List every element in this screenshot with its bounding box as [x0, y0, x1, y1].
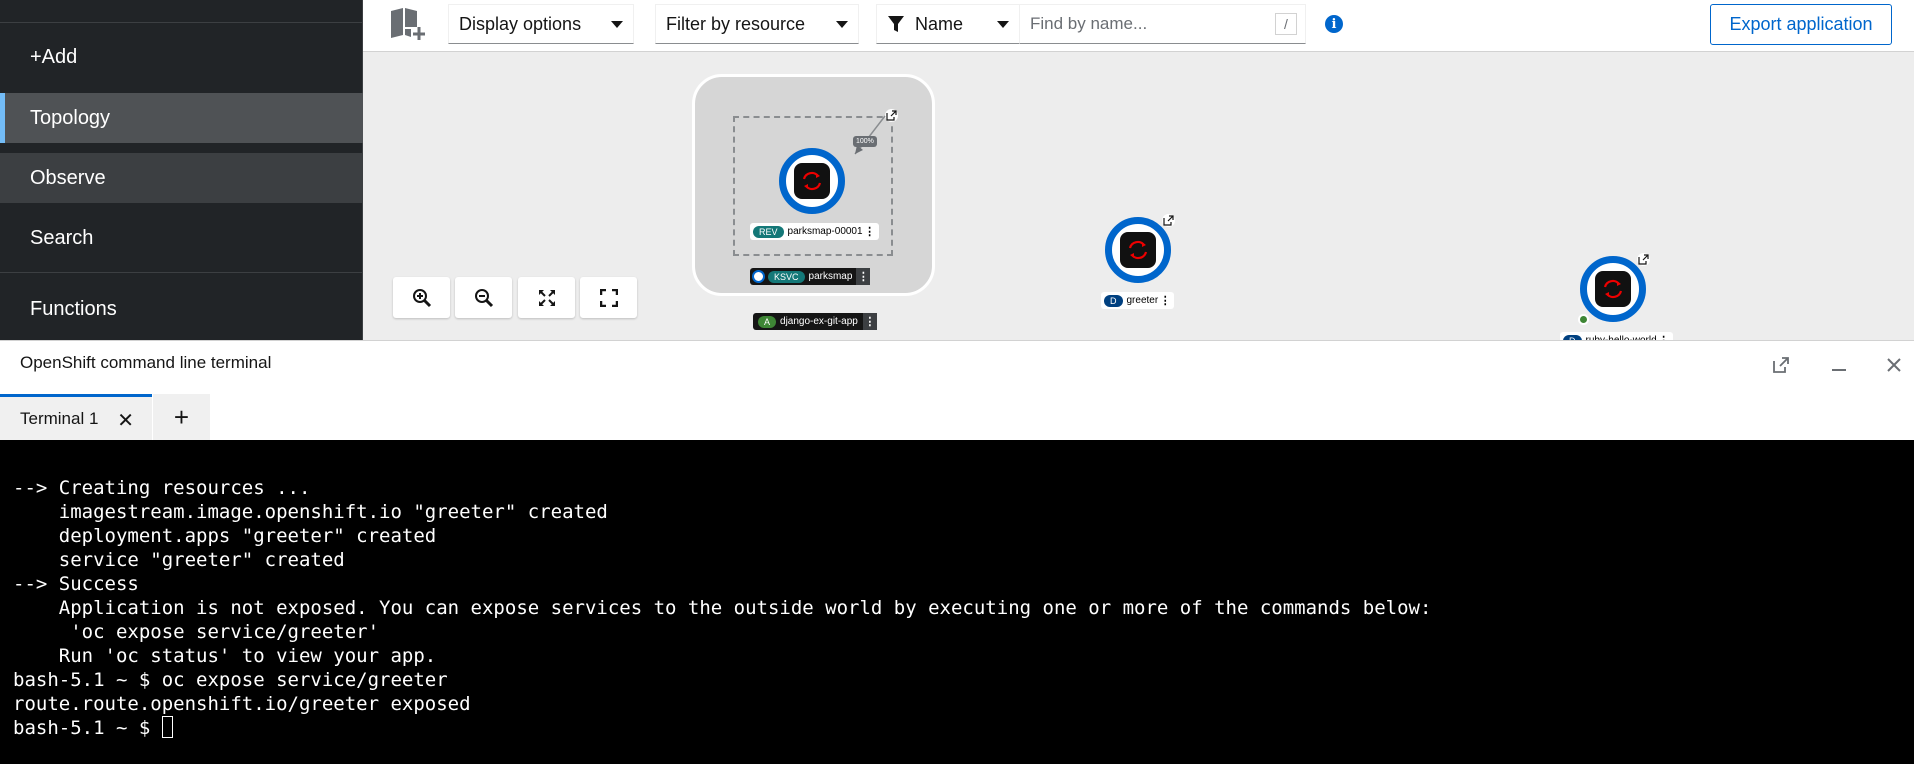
- terminal-prompt-line: bash-5.1 ~ $: [13, 716, 1914, 740]
- dropdown-label: Name: [915, 13, 964, 34]
- open-url-icon[interactable]: [1637, 253, 1650, 266]
- fit-to-screen-button[interactable]: [518, 277, 575, 318]
- deployment-name: greeter: [1126, 295, 1159, 306]
- sidebar-item-search[interactable]: Search: [0, 213, 363, 263]
- display-options-dropdown[interactable]: Display options: [448, 4, 634, 44]
- traffic-percent-label: 100%: [853, 136, 877, 147]
- catalog-book-icon[interactable]: [389, 4, 429, 44]
- fullscreen-icon: [599, 288, 618, 307]
- reset-view-button[interactable]: [580, 277, 637, 318]
- terminal-line: service "greeter" created: [13, 549, 345, 571]
- terminal-line: bash-5.1 ~ $ oc expose service/greeter: [13, 669, 448, 691]
- topology-canvas[interactable]: 100% REV parksmap-00001 ⋮ KSVC parksmap …: [363, 52, 1914, 340]
- filter-icon: [888, 16, 904, 32]
- kebab-menu-icon[interactable]: ⋮: [862, 313, 877, 330]
- tab-label: Terminal 1: [20, 408, 99, 428]
- filter-by-resource-dropdown[interactable]: Filter by resource: [655, 4, 859, 44]
- find-by-name-input[interactable]: Find by name... /: [1019, 4, 1306, 44]
- service-label[interactable]: KSVC parksmap ⋮: [750, 268, 871, 285]
- terminal-output[interactable]: --> Creating resources ... imagestream.i…: [0, 440, 1914, 764]
- greeter-deployment-node[interactable]: [1105, 217, 1171, 283]
- terminal-cursor: [161, 716, 173, 738]
- export-application-button[interactable]: Export application: [1710, 4, 1892, 45]
- kebab-menu-icon[interactable]: ⋮: [863, 223, 877, 240]
- button-label: Export application: [1729, 14, 1873, 34]
- terminal-tab-bar: Terminal 1 ✕ +: [0, 394, 1914, 440]
- terminal-line: 'oc expose service/greeter': [13, 621, 380, 643]
- terminal-panel-title: OpenShift command line terminal: [20, 353, 272, 372]
- revision-node[interactable]: [779, 148, 845, 214]
- sidebar-item-topology[interactable]: Topology: [0, 93, 363, 143]
- sidebar-item-label: Search: [30, 226, 94, 249]
- app-icon: [794, 163, 830, 199]
- sidebar-nav: +Add Topology Observe Search Functions: [0, 0, 363, 340]
- deployment-badge: D: [1104, 294, 1123, 307]
- app-badge: A: [758, 315, 777, 328]
- open-url-icon[interactable]: [1162, 214, 1175, 227]
- sidebar-item-label: Observe: [30, 166, 106, 189]
- open-in-new-tab-icon[interactable]: [1767, 351, 1795, 379]
- kebab-menu-icon[interactable]: ⋮: [1657, 332, 1671, 340]
- terminal-prompt: bash-5.1 ~ $: [13, 717, 162, 739]
- sidebar-item-observe[interactable]: Observe: [0, 153, 363, 203]
- add-terminal-tab-button[interactable]: +: [153, 394, 210, 440]
- tab-terminal-1[interactable]: Terminal 1 ✕: [0, 394, 152, 440]
- knative-icon: [752, 270, 765, 283]
- kebab-menu-icon[interactable]: ⋮: [1158, 292, 1172, 309]
- terminal-line: Run 'oc status' to view your app.: [13, 645, 437, 667]
- dropdown-label: Display options: [459, 13, 582, 34]
- caret-down-icon: [997, 20, 1009, 28]
- zoom-out-button[interactable]: [455, 277, 512, 318]
- zoom-out-icon: [474, 288, 493, 307]
- ksvc-badge: KSVC: [768, 270, 805, 283]
- terminal-line: imagestream.image.openshift.io "greeter"…: [13, 501, 608, 523]
- terminal-line: Application is not exposed. You can expo…: [13, 597, 1432, 619]
- build-success-icon: [1578, 314, 1589, 325]
- zoom-in-icon: [412, 288, 431, 307]
- sidebar-item-functions[interactable]: Functions: [0, 284, 363, 334]
- terminal-line: deployment.apps "greeter" created: [13, 525, 437, 547]
- search-placeholder: Find by name...: [1030, 14, 1148, 33]
- info-icon-wrapper[interactable]: i: [1325, 4, 1343, 44]
- terminal-panel-header: OpenShift command line terminal: [0, 340, 1914, 394]
- service-name: parksmap: [808, 271, 853, 282]
- expand-arrows-icon: [538, 289, 555, 306]
- rev-badge: REV: [753, 225, 784, 238]
- caret-down-icon: [611, 20, 623, 28]
- application-name: django-ex-git-app: [780, 316, 858, 327]
- caret-down-icon: [836, 20, 848, 28]
- ruby-hello-world-deployment-node[interactable]: [1580, 256, 1646, 322]
- plus-icon: +: [173, 401, 190, 432]
- revision-name: parksmap-00001: [787, 226, 863, 237]
- revision-label[interactable]: REV parksmap-00001 ⋮: [750, 223, 879, 240]
- app-icon: [1120, 232, 1156, 268]
- close-icon[interactable]: [1880, 351, 1908, 379]
- filter-type-dropdown[interactable]: Name: [876, 4, 1020, 44]
- sidebar-item-label: Topology: [30, 106, 111, 129]
- divider: [0, 22, 363, 23]
- kebab-menu-icon[interactable]: ⋮: [856, 268, 871, 285]
- close-tab-icon[interactable]: ✕: [117, 408, 134, 433]
- minimize-icon[interactable]: [1825, 351, 1853, 379]
- divider: [0, 272, 363, 273]
- topology-toolbar: Display options Filter by resource Name …: [363, 0, 1914, 52]
- info-icon[interactable]: i: [1325, 15, 1343, 33]
- keyboard-shortcut-hint: /: [1275, 13, 1297, 35]
- zoom-in-button[interactable]: [393, 277, 450, 318]
- app-icon: [1595, 271, 1631, 307]
- terminal-line: --> Creating resources ...: [13, 477, 311, 499]
- application-label[interactable]: A django-ex-git-app ⋮: [753, 313, 877, 330]
- dropdown-label: Filter by resource: [666, 13, 806, 34]
- sidebar-item-label: +Add: [30, 45, 78, 68]
- greeter-label[interactable]: D greeter ⋮: [1101, 292, 1175, 309]
- sidebar-item-add[interactable]: +Add: [0, 32, 363, 82]
- ruby-hello-world-label[interactable]: D ruby-hello-world ⋮: [1560, 332, 1673, 340]
- sidebar-item-label: Functions: [30, 297, 117, 320]
- terminal-line: --> Success: [13, 573, 139, 595]
- terminal-line: route.route.openshift.io/greeter exposed: [13, 693, 471, 715]
